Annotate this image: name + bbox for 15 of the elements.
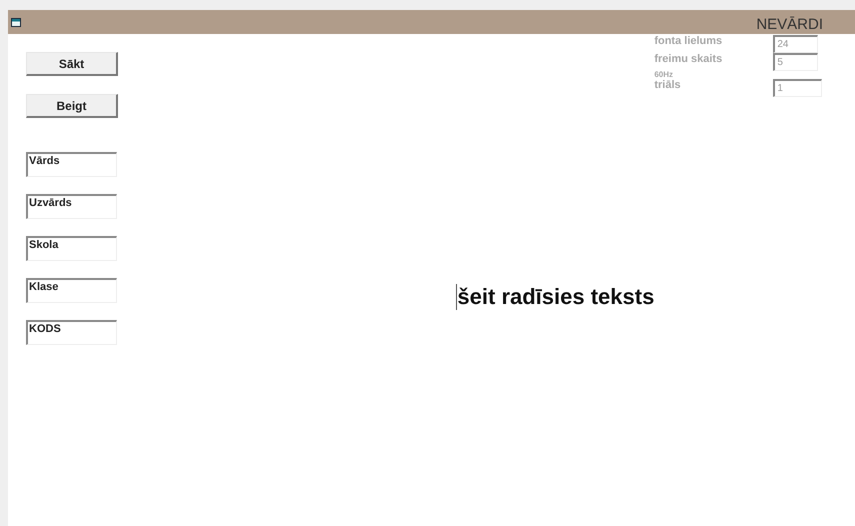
text-field[interactable]: Klase [26,278,117,303]
text-field[interactable]: Skola [26,236,117,261]
action-button[interactable]: Beigt [26,94,118,118]
text-field[interactable]: Vārds [26,152,117,177]
window-title: NEVĀRDI [756,16,823,32]
action-button[interactable]: Sākt [26,52,118,76]
display-text: šeit radīsies teksts [457,284,654,310]
setting-label: fonta lielums [654,35,724,47]
setting-label: triāls [654,79,682,91]
setting-label: 60Hz [654,71,674,79]
text-field[interactable]: KODS [26,320,117,345]
window-icon [11,18,21,26]
text-field[interactable]: Uzvārds [26,194,117,219]
text-cursor [456,284,458,310]
setting-label: freimu skaits [654,53,724,65]
